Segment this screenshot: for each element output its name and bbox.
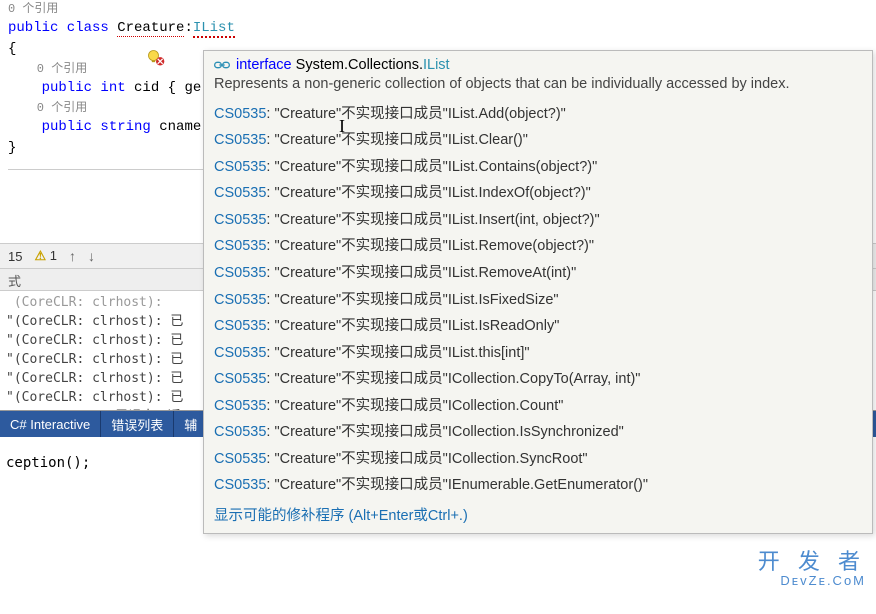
error-code: CS0535	[214, 212, 266, 228]
error-code: CS0535	[214, 477, 266, 493]
error-message: : "Creature"不实现接口成员"IList.Remove(object?…	[266, 238, 594, 254]
lightbulb-icon[interactable]	[145, 48, 167, 68]
prev-error-button[interactable]: ↑	[69, 248, 76, 264]
error-message: : "Creature"不实现接口成员"IList.IndexOf(object…	[266, 185, 590, 201]
tab-csharp-interactive[interactable]: C# Interactive	[0, 411, 101, 437]
error-code: CS0535	[214, 371, 266, 387]
error-count: 15	[8, 249, 22, 264]
error-message: : "Creature"不实现接口成员"IList.RemoveAt(int)"	[266, 265, 576, 281]
error-code: CS0535	[214, 185, 266, 201]
tooltip-description: Represents a non-generic collection of o…	[214, 75, 862, 95]
tooltip-error-line: CS0535: "Creature"不实现接口成员"IList.this[int…	[214, 344, 862, 364]
tab-error-list[interactable]: 错误列表	[101, 411, 174, 437]
error-code: CS0535	[214, 106, 266, 122]
interface-icon	[214, 59, 230, 71]
tooltip-error-line: CS0535: "Creature"不实现接口成员"IList.Add(obje…	[214, 105, 862, 125]
text-cursor-icon: I	[339, 116, 345, 137]
error-code: CS0535	[214, 451, 266, 467]
error-message: : "Creature"不实现接口成员"ICollection.CopyTo(A…	[266, 371, 640, 387]
tooltip-error-line: CS0535: "Creature"不实现接口成员"IList.IsFixedS…	[214, 291, 862, 311]
next-error-button[interactable]: ↓	[88, 248, 95, 264]
tooltip-error-line: CS0535: "Creature"不实现接口成员"IEnumerable.Ge…	[214, 476, 862, 496]
show-fixes-link[interactable]: 显示可能的修补程序 (Alt+Enter或Ctrl+.)	[214, 504, 862, 525]
error-code: CS0535	[214, 345, 266, 361]
error-code: CS0535	[214, 292, 266, 308]
tooltip-error-line: CS0535: "Creature"不实现接口成员"IList.Clear()"	[214, 131, 862, 151]
tooltip-error-line: CS0535: "Creature"不实现接口成员"IList.Contains…	[214, 158, 862, 178]
quickinfo-tooltip: interface System.Collections.IList Repre…	[203, 50, 873, 534]
error-message: : "Creature"不实现接口成员"IList.IsReadOnly"	[266, 318, 559, 334]
tooltip-error-line: CS0535: "Creature"不实现接口成员"IList.IndexOf(…	[214, 184, 862, 204]
error-message: : "Creature"不实现接口成员"IList.Insert(int, ob…	[266, 212, 599, 228]
error-message: : "Creature"不实现接口成员"IList.this[int]"	[266, 345, 529, 361]
code-line-class[interactable]: public class Creature:IList	[8, 18, 868, 39]
error-message: : "Creature"不实现接口成员"IList.Contains(objec…	[266, 159, 597, 175]
error-code: CS0535	[214, 318, 266, 334]
tooltip-error-line: CS0535: "Creature"不实现接口成员"IList.Insert(i…	[214, 211, 862, 231]
error-code: CS0535	[214, 398, 266, 414]
error-code: CS0535	[214, 238, 266, 254]
error-message: : "Creature"不实现接口成员"IList.Clear()"	[266, 132, 528, 148]
tooltip-error-line: CS0535: "Creature"不实现接口成员"ICollection.Sy…	[214, 450, 862, 470]
warning-icon: ⚠ 1	[34, 248, 57, 264]
watermark: 开 发 者 DᴇᴠZᴇ.CᴏM	[758, 550, 866, 588]
error-message: : "Creature"不实现接口成员"ICollection.SyncRoot…	[266, 451, 587, 467]
tooltip-error-line: CS0535: "Creature"不实现接口成员"ICollection.Is…	[214, 423, 862, 443]
codelens-refs[interactable]: 0 个引用	[8, 0, 868, 18]
error-message: : "Creature"不实现接口成员"IList.IsFixedSize"	[266, 292, 558, 308]
error-message: : "Creature"不实现接口成员"ICollection.Count"	[266, 398, 563, 414]
error-code: CS0535	[214, 424, 266, 440]
error-message: : "Creature"不实现接口成员"IEnumerable.GetEnume…	[266, 477, 648, 493]
tooltip-error-line: CS0535: "Creature"不实现接口成员"IList.IsReadOn…	[214, 317, 862, 337]
error-code: CS0535	[214, 159, 266, 175]
tooltip-error-line: CS0535: "Creature"不实现接口成员"ICollection.Co…	[214, 397, 862, 417]
error-message: : "Creature"不实现接口成员"IList.Add(object?)"	[266, 106, 565, 122]
tooltip-error-line: CS0535: "Creature"不实现接口成员"IList.Remove(o…	[214, 237, 862, 257]
error-code: CS0535	[214, 265, 266, 281]
tooltip-error-list: CS0535: "Creature"不实现接口成员"IList.Add(obje…	[214, 105, 862, 496]
error-message: : "Creature"不实现接口成员"ICollection.IsSynchr…	[266, 424, 623, 440]
tooltip-header: interface System.Collections.IList	[214, 57, 862, 73]
error-code: CS0535	[214, 132, 266, 148]
tooltip-error-line: CS0535: "Creature"不实现接口成员"ICollection.Co…	[214, 370, 862, 390]
tooltip-error-line: CS0535: "Creature"不实现接口成员"IList.RemoveAt…	[214, 264, 862, 284]
